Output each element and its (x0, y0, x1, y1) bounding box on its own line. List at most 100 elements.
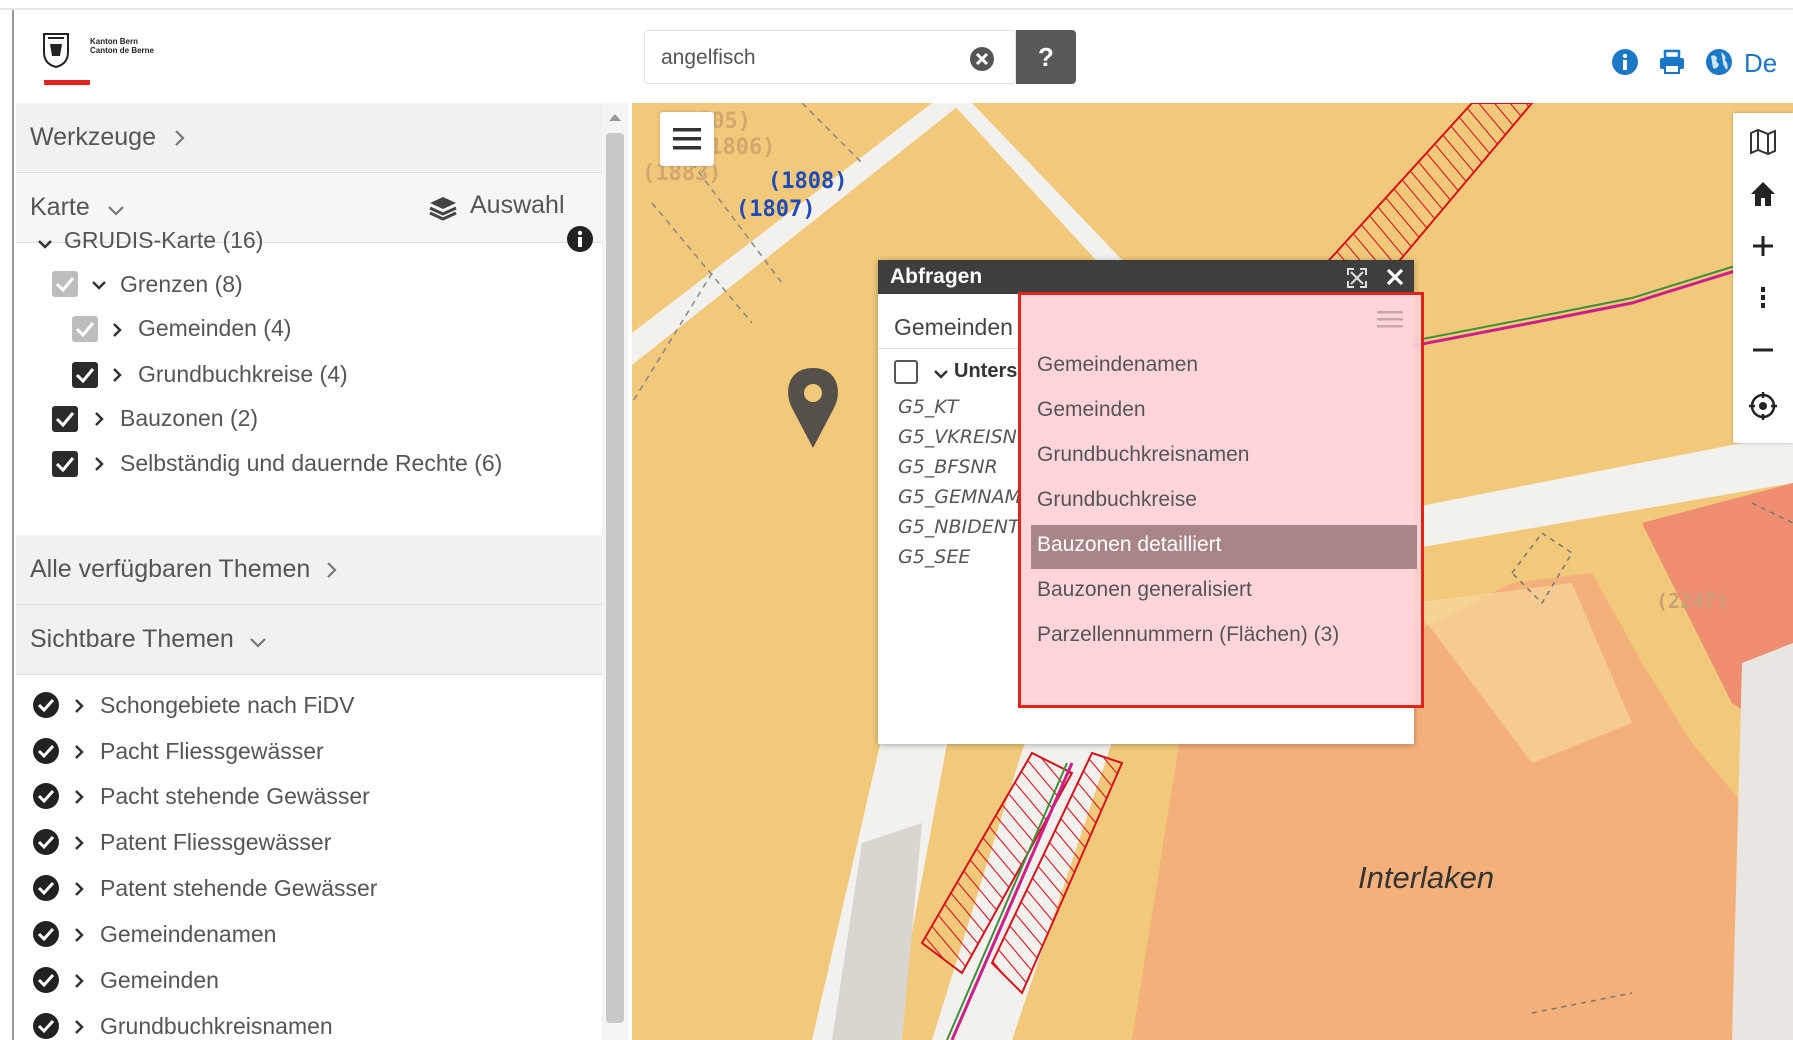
scroll-up-arrow-icon[interactable] (608, 112, 622, 122)
info-icon[interactable] (1611, 48, 1639, 76)
dropdown-option[interactable]: Grundbuchkreisnamen (1037, 443, 1249, 467)
dropdown-option[interactable]: Parzellennummern (Flächen) (3) (1037, 623, 1339, 647)
sidebar: Werkzeuge Karte Auswahl GRUDIS-Karte (16… (16, 103, 602, 1040)
zoom-slider-icon[interactable] (1748, 283, 1778, 313)
chevron-right-icon[interactable] (72, 1020, 86, 1034)
attribute-name: G5_VKREISN (898, 426, 1017, 448)
chevron-right-icon[interactable] (72, 745, 86, 759)
werkzeuge-label: Werkzeuge (30, 123, 156, 151)
popup-checkbox[interactable] (894, 360, 918, 384)
chevron-right-icon[interactable] (72, 836, 86, 850)
chevron-down-icon[interactable] (38, 237, 52, 251)
theme-label: Patent Fliessgewässer (100, 829, 332, 855)
chevron-right-icon (175, 130, 185, 146)
tree-item-grenzen[interactable]: Grenzen (8) (120, 271, 243, 298)
check-circle-icon[interactable] (32, 874, 60, 902)
home-icon[interactable] (1748, 179, 1778, 209)
language-switch[interactable]: De (1744, 48, 1777, 79)
chevron-right-icon[interactable] (72, 882, 86, 896)
theme-label: Pacht stehende Gewässer (100, 783, 370, 809)
theme-label: Schongebiete nach FiDV (100, 692, 355, 718)
check-circle-icon[interactable] (32, 966, 60, 994)
chevron-right-icon[interactable] (72, 699, 86, 713)
close-icon[interactable] (1386, 268, 1404, 286)
dropdown-option[interactable]: Bauzonen generalisiert (1037, 578, 1252, 602)
help-button[interactable]: ? (1016, 30, 1076, 84)
section-sichtbare-themen[interactable]: Sichtbare Themen (16, 605, 602, 675)
attribute-name: G5_KT (898, 396, 959, 418)
chevron-right-icon[interactable] (110, 323, 124, 337)
check-circle-icon[interactable] (32, 782, 60, 810)
check-circle-icon[interactable] (32, 828, 60, 856)
window-left-border (12, 10, 14, 1040)
layer-select-dropdown: Gemeindenamen Gemeinden Grundbuchkreisna… (1018, 292, 1424, 708)
canton-logo[interactable]: Kanton Bern Canton de Berne (38, 28, 178, 88)
chevron-right-icon[interactable] (72, 974, 86, 988)
zoom-out-icon[interactable] (1748, 335, 1778, 365)
zoom-in-icon[interactable] (1748, 231, 1778, 261)
dropdown-option-selected[interactable]: Bauzonen detailliert (1031, 525, 1417, 569)
info-icon[interactable] (566, 225, 594, 253)
auswahl-button[interactable]: Auswahl (470, 191, 565, 220)
section-werkzeuge[interactable]: Werkzeuge (16, 103, 602, 173)
section-alle-themen[interactable]: Alle verfügbaren Themen (16, 535, 602, 605)
checkbox-bauzonen[interactable] (52, 406, 78, 432)
clear-search-icon[interactable] (969, 46, 995, 72)
map-menu-button[interactable] (660, 112, 714, 166)
chevron-right-icon[interactable] (72, 790, 86, 804)
theme-label: Patent stehende Gewässer (100, 875, 378, 901)
chevron-right-icon (327, 562, 337, 578)
search-box (644, 30, 1016, 84)
layers-icon (429, 197, 457, 221)
dropdown-option[interactable]: Gemeinden (1037, 398, 1146, 422)
chevron-right-icon[interactable] (72, 928, 86, 942)
sichtbare-themen-label: Sichtbare Themen (30, 625, 234, 653)
dropdown-option[interactable]: Gemeindenamen (1037, 353, 1198, 377)
checkbox-gemeinden[interactable] (72, 316, 98, 342)
karte-label: Karte (30, 193, 90, 221)
chevron-right-icon[interactable] (92, 457, 106, 471)
popup-layer-title: Gemeinden (894, 314, 1013, 340)
tree-item-grudis-karte[interactable]: GRUDIS-Karte (16) (64, 227, 263, 254)
theme-label: Pacht Fliessgewässer (100, 738, 324, 764)
locate-icon[interactable] (1748, 391, 1778, 421)
expand-icon[interactable] (1346, 267, 1368, 289)
header-divider (0, 8, 1793, 10)
chevron-down-icon (108, 206, 124, 216)
tree-item-selbstaendig[interactable]: Selbständig und dauernde Rechte (6) (120, 450, 502, 477)
popup-titlebar[interactable]: Abfragen (878, 260, 1414, 294)
header: Kanton Bern Canton de Berne ? De (0, 0, 1793, 103)
chevron-down-icon[interactable] (934, 368, 948, 380)
attribute-name: G5_NBIDENT (898, 516, 1020, 538)
check-circle-icon[interactable] (32, 920, 60, 948)
logo-line-1: Kanton Bern (90, 37, 138, 46)
dropdown-option[interactable]: Grundbuchkreise (1037, 488, 1197, 512)
globe-icon[interactable] (1705, 48, 1733, 76)
sidebar-scrollbar-thumb[interactable] (606, 133, 624, 1023)
tree-item-gemeinden[interactable]: Gemeinden (4) (138, 315, 291, 342)
tree-item-bauzonen[interactable]: Bauzonen (2) (120, 405, 258, 432)
chevron-down-icon (250, 638, 266, 648)
print-icon[interactable] (1658, 48, 1686, 76)
chevron-right-icon[interactable] (92, 412, 106, 426)
theme-label: Gemeindenamen (100, 921, 277, 947)
check-circle-icon[interactable] (32, 1012, 60, 1040)
checkbox-grundbuchkreise[interactable] (72, 362, 98, 388)
parcel-label: (2247) (1656, 589, 1729, 613)
checkbox-selbstaendig[interactable] (52, 451, 78, 477)
attribute-name: G5_GEMNAM (898, 486, 1022, 508)
logo-red-bar (44, 80, 90, 85)
list-menu-icon[interactable] (1377, 309, 1403, 329)
popup-title: Abfragen (890, 265, 983, 288)
check-circle-icon[interactable] (32, 691, 60, 719)
chevron-down-icon[interactable] (92, 278, 106, 292)
search-input[interactable] (659, 43, 949, 73)
chevron-right-icon[interactable] (110, 368, 124, 382)
check-circle-icon[interactable] (32, 737, 60, 765)
bern-crest-icon (43, 33, 69, 68)
map-toolbar (1733, 113, 1793, 443)
tree-item-grundbuchkreise[interactable]: Grundbuchkreise (4) (138, 361, 348, 388)
popup-row-label[interactable]: Unters (954, 360, 1017, 383)
map-layers-icon[interactable] (1748, 127, 1778, 157)
checkbox-grenzen[interactable] (52, 271, 78, 297)
